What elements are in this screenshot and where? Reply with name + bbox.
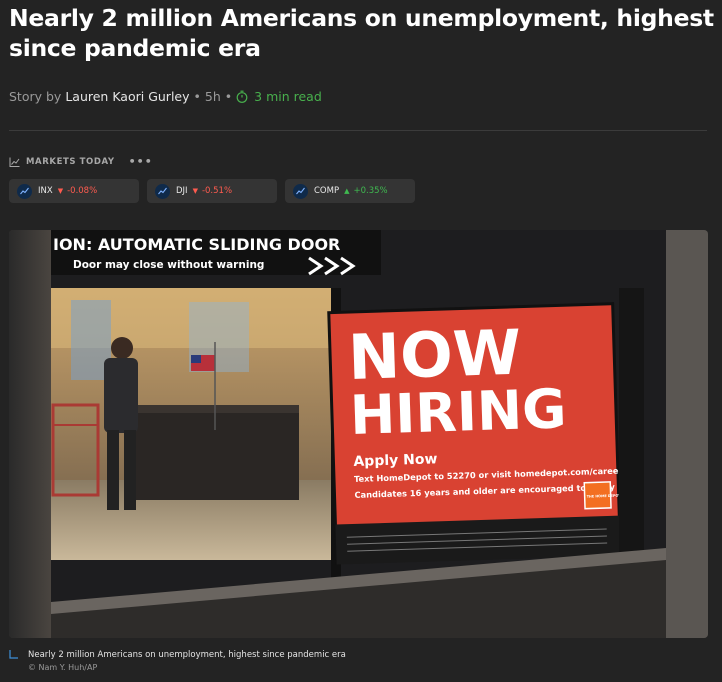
chart-icon xyxy=(9,157,20,167)
read-time-label: 3 min read xyxy=(254,89,322,104)
ticker-dji[interactable]: DJI ▼ -0.51% xyxy=(147,179,277,203)
more-options-icon[interactable]: ••• xyxy=(129,155,153,168)
byline-separator: • xyxy=(193,89,201,104)
byline-separator: • xyxy=(224,89,233,104)
article-image[interactable]: ION: AUTOMATIC SLIDING DOOR Door may clo… xyxy=(9,230,708,638)
divider xyxy=(9,130,707,131)
caption-corner-icon xyxy=(9,650,18,659)
market-chart-icon xyxy=(17,183,32,199)
ticker-symbol: DJI xyxy=(176,186,188,196)
sign-hiring: HIRING xyxy=(349,377,567,447)
ticker-change: +0.35% xyxy=(353,186,388,196)
ticker-symbol: COMP xyxy=(314,186,340,196)
author-link[interactable]: Lauren Kaori Gurley xyxy=(65,89,189,104)
read-time: 3 min read xyxy=(236,89,322,104)
ticker-symbol: INX xyxy=(38,186,53,196)
image-credit: © Nam Y. Huh/AP xyxy=(28,663,98,672)
byline: Story by Lauren Kaori Gurley • 5h • 3 mi… xyxy=(9,89,322,104)
market-chart-icon xyxy=(293,183,308,199)
down-arrow-icon: ▼ xyxy=(57,187,64,195)
ticker-inx[interactable]: INX ▼ -0.08% xyxy=(9,179,139,203)
byline-prefix: Story by xyxy=(9,89,62,104)
down-arrow-icon: ▼ xyxy=(192,187,198,195)
ticker-comp[interactable]: COMP ▲ +0.35% xyxy=(285,179,415,203)
markets-label: MARKETS TODAY xyxy=(26,156,115,167)
hiring-sign-photo: ION: AUTOMATIC SLIDING DOOR Door may clo… xyxy=(9,230,708,638)
up-arrow-icon: ▲ xyxy=(344,187,350,195)
article-title: Nearly 2 million Americans on unemployme… xyxy=(9,4,714,62)
ticker-change: -0.08% xyxy=(67,186,98,196)
ticker-change: -0.51% xyxy=(201,186,233,196)
stopwatch-icon xyxy=(236,90,248,103)
markets-header: MARKETS TODAY ••• xyxy=(9,155,153,168)
market-chart-icon xyxy=(155,183,170,199)
image-caption: Nearly 2 million Americans on unemployme… xyxy=(28,650,346,660)
door-label-bottom: Door may close without warning xyxy=(73,259,264,271)
sign-apply: Apply Now xyxy=(353,451,437,470)
door-label-top: ION: AUTOMATIC SLIDING DOOR xyxy=(53,235,340,254)
time-ago: 5h xyxy=(204,89,221,104)
